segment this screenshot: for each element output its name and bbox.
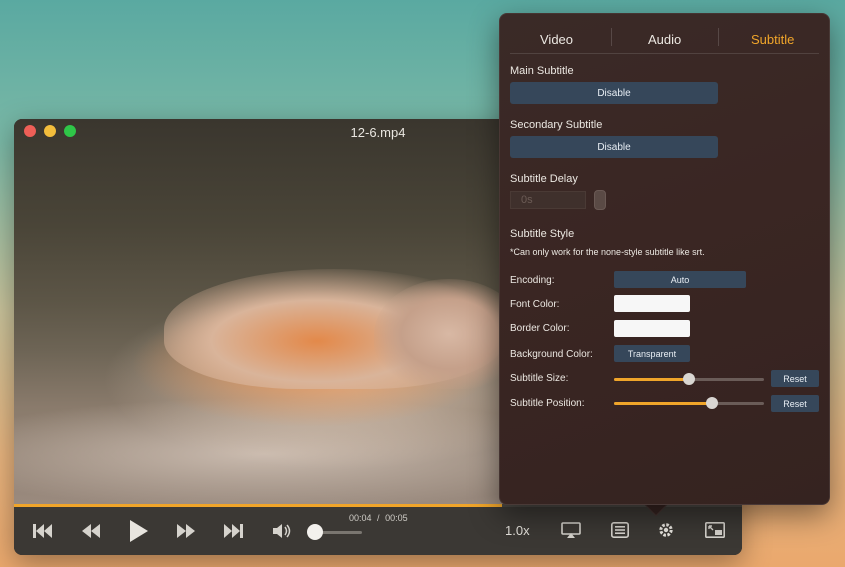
border-color-label: Border Color: [510, 323, 570, 334]
volume-icon[interactable] [272, 521, 294, 541]
tab-divider [611, 28, 612, 46]
secondary-subtitle-select[interactable]: Disable [510, 136, 718, 158]
encoding-label: Encoding: [510, 275, 555, 286]
subtitle-position-slider-knob[interactable] [705, 397, 718, 409]
font-color-label: Font Color: [510, 299, 560, 310]
subtitle-position-reset-button[interactable]: Reset [771, 395, 819, 412]
subtitle-delay-field[interactable]: 0s [510, 191, 586, 209]
tab-audio[interactable]: Audio [648, 32, 681, 47]
font-color-well[interactable] [614, 295, 690, 312]
total-duration: 00:05 [385, 513, 408, 523]
time-separator: / [377, 513, 380, 523]
border-color-well[interactable] [614, 320, 690, 337]
subtitle-size-slider-fill [614, 378, 689, 381]
settings-icon[interactable] [655, 519, 677, 541]
play-icon[interactable] [128, 518, 150, 544]
main-subtitle-label: Main Subtitle [510, 65, 574, 77]
rewind-icon[interactable] [80, 521, 102, 541]
picture-in-picture-icon[interactable] [704, 520, 726, 540]
background-color-label: Background Color: [510, 349, 593, 360]
skip-back-icon[interactable] [32, 521, 54, 541]
current-time: 00:04 [349, 513, 372, 523]
subtitle-delay-label: Subtitle Delay [510, 173, 578, 185]
main-subtitle-select[interactable]: Disable [510, 82, 718, 104]
subtitle-size-slider[interactable] [614, 373, 764, 385]
subtitle-style-label: Subtitle Style [510, 228, 575, 240]
subtitle-size-slider-knob[interactable] [683, 373, 695, 385]
subtitle-style-note: *Can only work for the none-style subtit… [510, 247, 705, 257]
playlist-icon[interactable] [609, 520, 631, 540]
subtitle-size-reset-button[interactable]: Reset [771, 370, 819, 387]
volume-slider-knob[interactable] [307, 524, 324, 540]
timecode: 00:04 / 00:05 [349, 513, 408, 523]
background-color-select[interactable]: Transparent [614, 345, 690, 362]
subtitle-position-slider-fill [614, 402, 712, 405]
airplay-icon[interactable] [560, 520, 582, 540]
fast-forward-icon[interactable] [175, 521, 197, 541]
tab-subtitle[interactable]: Subtitle [751, 32, 794, 47]
playback-speed-button[interactable]: 1.0x [505, 523, 530, 538]
secondary-subtitle-label: Secondary Subtitle [510, 119, 603, 131]
skip-forward-icon[interactable] [223, 521, 245, 541]
subtitle-size-label: Subtitle Size: [510, 373, 569, 384]
settings-tabs: Video Audio Subtitle [510, 24, 819, 54]
subtitle-position-label: Subtitle Position: [510, 398, 585, 409]
subtitle-position-slider[interactable] [614, 397, 764, 409]
subtitle-delay-stepper[interactable] [594, 190, 606, 210]
tab-divider [718, 28, 719, 46]
settings-panel: Video Audio Subtitle Main Subtitle Disab… [499, 13, 830, 505]
control-bar: 00:04 / 00:05 1.0x [14, 507, 742, 555]
tab-video[interactable]: Video [540, 32, 573, 47]
encoding-select[interactable]: Auto [614, 271, 746, 288]
